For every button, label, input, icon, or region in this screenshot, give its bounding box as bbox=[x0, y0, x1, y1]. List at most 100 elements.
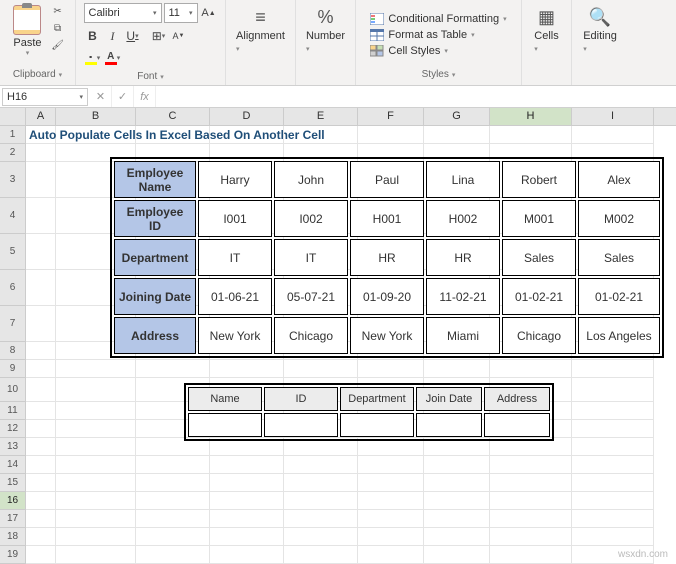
row-header[interactable]: 5 bbox=[0, 234, 26, 270]
lookup-cell[interactable] bbox=[340, 413, 414, 437]
cell[interactable] bbox=[26, 510, 56, 528]
underline-button[interactable]: U▾ bbox=[124, 27, 142, 45]
row-header[interactable]: 11 bbox=[0, 402, 26, 420]
cell[interactable] bbox=[358, 360, 424, 378]
increase-font-button[interactable]: A▲ bbox=[200, 4, 218, 22]
col-header[interactable]: H bbox=[490, 108, 572, 125]
table-cell[interactable]: 01-09-20 bbox=[350, 278, 424, 315]
row-header[interactable]: 18 bbox=[0, 528, 26, 546]
cell[interactable] bbox=[210, 546, 284, 564]
cell[interactable] bbox=[572, 492, 654, 510]
cell[interactable] bbox=[56, 528, 136, 546]
cell[interactable] bbox=[56, 456, 136, 474]
lookup-cell[interactable] bbox=[264, 413, 338, 437]
cell[interactable] bbox=[490, 546, 572, 564]
number-button[interactable]: % Number bbox=[298, 3, 353, 58]
row-header[interactable]: 15 bbox=[0, 474, 26, 492]
row-header[interactable]: 3 bbox=[0, 162, 26, 198]
table-cell[interactable]: HR bbox=[426, 239, 500, 276]
table-cell[interactable]: M002 bbox=[578, 200, 660, 237]
formula-input[interactable] bbox=[156, 96, 676, 98]
cell[interactable] bbox=[26, 144, 56, 162]
cell[interactable] bbox=[424, 456, 490, 474]
cell[interactable] bbox=[210, 360, 284, 378]
cell[interactable] bbox=[424, 360, 490, 378]
cell[interactable] bbox=[56, 510, 136, 528]
cell[interactable] bbox=[136, 360, 210, 378]
editing-button[interactable]: 🔍 Editing bbox=[575, 3, 625, 58]
cell[interactable] bbox=[424, 474, 490, 492]
cell[interactable] bbox=[136, 456, 210, 474]
cell[interactable] bbox=[210, 492, 284, 510]
cell[interactable] bbox=[490, 456, 572, 474]
table-cell[interactable]: Sales bbox=[578, 239, 660, 276]
table-cell[interactable]: Los Angeles bbox=[578, 317, 660, 354]
table-cell[interactable]: Sales bbox=[502, 239, 576, 276]
table-cell[interactable]: I001 bbox=[198, 200, 272, 237]
cell[interactable] bbox=[56, 126, 136, 144]
cell[interactable] bbox=[26, 438, 56, 456]
row-header[interactable]: 14 bbox=[0, 456, 26, 474]
format-as-table-button[interactable]: Format as Table bbox=[368, 28, 476, 42]
lookup-header[interactable]: Department bbox=[340, 387, 414, 411]
borders-button[interactable]: ⊞▾ bbox=[150, 27, 168, 45]
italic-button[interactable]: I bbox=[104, 27, 122, 45]
table-cell[interactable]: Chicago bbox=[502, 317, 576, 354]
cell[interactable] bbox=[56, 420, 136, 438]
cell[interactable] bbox=[284, 126, 358, 144]
table-cell[interactable]: IT bbox=[198, 239, 272, 276]
accept-formula-button[interactable]: ✓ bbox=[112, 86, 134, 107]
decrease-font-button[interactable]: A▼ bbox=[170, 27, 188, 45]
cell[interactable] bbox=[572, 402, 654, 420]
row-header[interactable]: 10 bbox=[0, 378, 26, 402]
row-header[interactable]: 17 bbox=[0, 510, 26, 528]
cell[interactable] bbox=[572, 378, 654, 402]
cell[interactable] bbox=[490, 126, 572, 144]
cell[interactable] bbox=[284, 456, 358, 474]
cell[interactable] bbox=[358, 474, 424, 492]
cell[interactable] bbox=[490, 360, 572, 378]
fill-color-button[interactable]: 🞍 ▾ bbox=[84, 49, 102, 67]
cut-button[interactable]: ✂ bbox=[50, 3, 66, 19]
cell[interactable]: Auto Populate Cells In Excel Based On An… bbox=[26, 126, 56, 144]
cell-styles-button[interactable]: Cell Styles bbox=[368, 44, 449, 58]
row-header[interactable]: 2 bbox=[0, 144, 26, 162]
lookup-header[interactable]: Address bbox=[484, 387, 550, 411]
cell[interactable] bbox=[56, 438, 136, 456]
table-cell[interactable]: IT bbox=[274, 239, 348, 276]
cell[interactable] bbox=[210, 474, 284, 492]
cell[interactable] bbox=[56, 546, 136, 564]
cell[interactable] bbox=[210, 456, 284, 474]
lookup-cell[interactable] bbox=[484, 413, 550, 437]
cell[interactable] bbox=[284, 492, 358, 510]
row-header[interactable]: 4 bbox=[0, 198, 26, 234]
font-size-select[interactable]: 11▾ bbox=[164, 3, 198, 23]
cell[interactable] bbox=[26, 474, 56, 492]
row-header[interactable]: 7 bbox=[0, 306, 26, 342]
row-header[interactable]: 6 bbox=[0, 270, 26, 306]
cell[interactable] bbox=[136, 492, 210, 510]
cell[interactable] bbox=[26, 546, 56, 564]
row-header[interactable]: 1 bbox=[0, 126, 26, 144]
table-cell[interactable]: Paul bbox=[350, 161, 424, 198]
cell[interactable] bbox=[424, 492, 490, 510]
table-cell[interactable]: Lina bbox=[426, 161, 500, 198]
cell[interactable] bbox=[26, 360, 56, 378]
cell[interactable] bbox=[56, 360, 136, 378]
col-header[interactable]: G bbox=[424, 108, 490, 125]
lookup-header[interactable]: Name bbox=[188, 387, 262, 411]
cell[interactable] bbox=[56, 378, 136, 402]
select-all-corner[interactable] bbox=[0, 108, 26, 125]
col-header[interactable]: E bbox=[284, 108, 358, 125]
fx-button[interactable]: fx bbox=[134, 86, 156, 107]
copy-button[interactable]: ⧉ bbox=[50, 20, 66, 36]
cell[interactable] bbox=[490, 528, 572, 546]
cell[interactable] bbox=[26, 492, 56, 510]
cell[interactable] bbox=[26, 234, 56, 270]
table-cell[interactable]: Chicago bbox=[274, 317, 348, 354]
cell[interactable] bbox=[136, 546, 210, 564]
table-cell[interactable]: New York bbox=[198, 317, 272, 354]
font-color-button[interactable]: A ▾ bbox=[104, 49, 122, 67]
cell[interactable] bbox=[136, 528, 210, 546]
col-header[interactable]: D bbox=[210, 108, 284, 125]
